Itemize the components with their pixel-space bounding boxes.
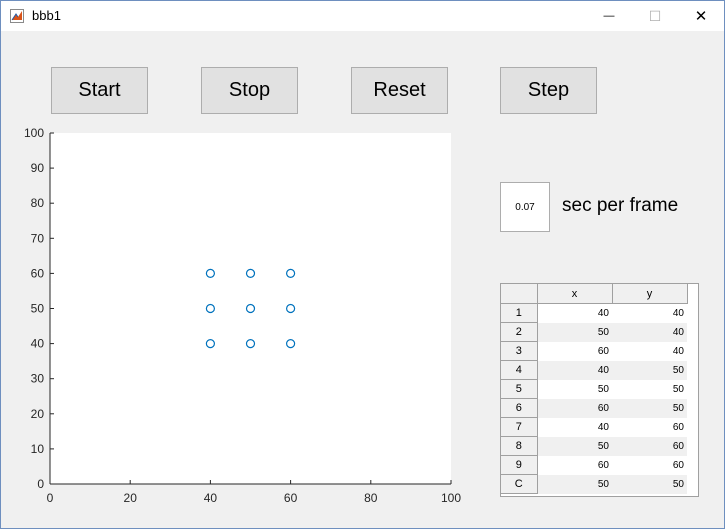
cell-y[interactable]: 60 (612, 436, 687, 456)
table-row[interactable]: 2 50 40 (501, 322, 687, 342)
cell-x[interactable]: 60 (537, 398, 612, 418)
row-header[interactable]: 2 (501, 322, 538, 342)
frame-rate-input[interactable]: 0.07 (500, 182, 550, 232)
cell-y[interactable]: 40 (612, 322, 687, 342)
cell-y[interactable]: 50 (612, 380, 687, 399)
cell-x[interactable]: 50 (537, 380, 612, 399)
table-row[interactable]: 7 40 60 (501, 417, 687, 437)
y-tick-label: 90 (31, 161, 45, 175)
plot-background (50, 133, 451, 484)
cell-y[interactable]: 40 (612, 342, 687, 361)
x-tick-label: 20 (124, 491, 138, 505)
corner-header (501, 284, 538, 304)
y-tick-label: 100 (24, 126, 44, 140)
frame-rate-label: sec per frame (562, 195, 679, 216)
row-header[interactable]: 1 (501, 303, 538, 323)
column-header-y[interactable]: y (612, 284, 688, 304)
table-row[interactable]: C 50 50 (501, 474, 687, 494)
table-row[interactable]: 5 50 50 (501, 379, 687, 399)
x-tick-label: 60 (284, 491, 298, 505)
y-tick-label: 60 (31, 266, 45, 280)
cell-x[interactable]: 60 (537, 456, 612, 475)
cell-x[interactable]: 60 (537, 342, 612, 361)
row-header[interactable]: 6 (501, 398, 538, 418)
row-header[interactable]: 5 (501, 379, 538, 399)
x-tick-label: 40 (204, 491, 218, 505)
row-header[interactable]: 4 (501, 360, 538, 380)
cell-y[interactable]: 50 (612, 360, 687, 380)
row-header[interactable]: 7 (501, 417, 538, 437)
y-tick-label: 30 (31, 372, 45, 386)
cell-y[interactable]: 60 (612, 456, 687, 475)
cell-y[interactable]: 40 (612, 304, 687, 323)
cell-x[interactable]: 40 (537, 418, 612, 437)
table-row[interactable]: 1 40 40 (501, 303, 687, 323)
points-table-grid: x y 1 40 40 2 50 40 3 60 40 4 40 50 5 50 50 6 60 50 7 40 60 8… (501, 284, 688, 494)
points-table[interactable]: x y 1 40 40 2 50 40 3 60 40 4 40 50 5 50 50 6 60 50 7 40 60 8… (500, 283, 699, 497)
cell-y[interactable]: 50 (612, 398, 687, 418)
row-header[interactable]: 3 (501, 341, 538, 361)
y-tick-label: 70 (31, 231, 45, 245)
x-tick-label: 80 (364, 491, 378, 505)
y-tick-label: 50 (31, 302, 45, 316)
table-row[interactable]: 3 60 40 (501, 341, 687, 361)
row-header[interactable]: 9 (501, 455, 538, 475)
y-tick-label: 20 (31, 407, 45, 421)
x-tick-label: 100 (441, 491, 461, 505)
row-header[interactable]: C (501, 474, 538, 494)
cell-x[interactable]: 40 (537, 304, 612, 323)
table-row[interactable]: 8 50 60 (501, 436, 687, 456)
table-row[interactable]: 4 40 50 (501, 360, 687, 380)
y-tick-label: 80 (31, 196, 45, 210)
cell-y[interactable]: 50 (612, 474, 687, 494)
y-tick-label: 0 (37, 477, 44, 491)
row-header[interactable]: 8 (501, 436, 538, 456)
cell-x[interactable]: 40 (537, 360, 612, 380)
table-row[interactable]: 9 60 60 (501, 455, 687, 475)
cell-x[interactable]: 50 (537, 474, 612, 494)
y-tick-label: 10 (31, 442, 45, 456)
table-header-row: x y (501, 284, 688, 304)
cell-x[interactable]: 50 (537, 436, 612, 456)
column-header-x[interactable]: x (537, 284, 613, 304)
y-tick-label: 40 (31, 337, 45, 351)
table-row[interactable]: 6 60 50 (501, 398, 687, 418)
x-tick-label: 0 (47, 491, 54, 505)
cell-x[interactable]: 50 (537, 322, 612, 342)
cell-y[interactable]: 60 (612, 418, 687, 437)
